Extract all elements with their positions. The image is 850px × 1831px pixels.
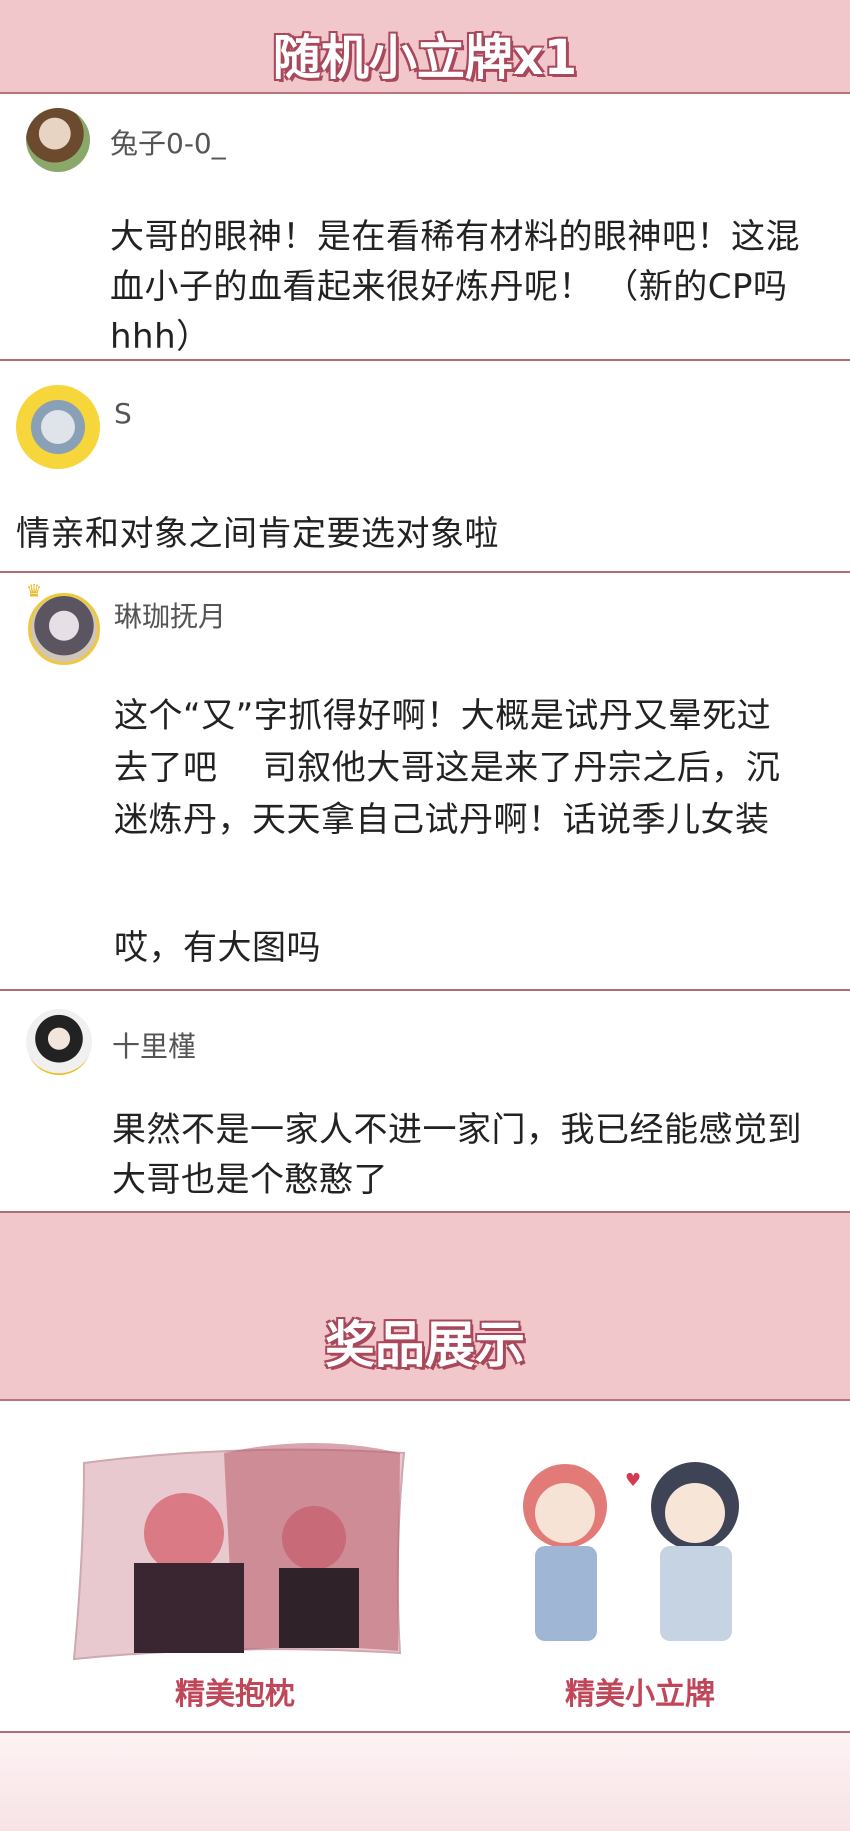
comment-line: 情亲和对象之间肯定要选对象啦 (16, 514, 499, 554)
standee-graphic: ♥ (523, 1462, 739, 1641)
prize-label: 精美抱枕 (175, 1677, 295, 1712)
header-title: 随机小立牌x1 (272, 29, 578, 87)
footer-fade (0, 1733, 850, 1831)
prizes-band: 奖品展示 (0, 1213, 850, 1401)
username[interactable]: S (114, 397, 132, 430)
pillow-image[interactable] (64, 1423, 408, 1669)
comment-line: 迷炼丹，天天拿自己试丹啊！话说季儿女装 (114, 800, 770, 840)
header-band: 随机小立牌x1 (0, 0, 850, 94)
comment-line: 果然不是一家人不进一家门，我已经能感觉到 (112, 1110, 802, 1150)
comment-line: 哎，有大图吗 (114, 928, 321, 968)
comment-line: hhh） (110, 317, 211, 357)
comment-text: 大哥的眼神！是在看稀有材料的眼神吧！这混 血小子的血看起来很好炼丹呢！ （新的C… (110, 212, 800, 362)
comment-card: 十里槿 果然不是一家人不进一家门，我已经能感觉到 大哥也是个憨憨了 (0, 991, 850, 1213)
comment-line (114, 847, 780, 923)
prize-label: 精美小立牌 (565, 1677, 715, 1712)
comment-card: 兔子0-0_ 大哥的眼神！是在看稀有材料的眼神吧！这混 血小子的血看起来很好炼丹… (0, 94, 850, 361)
comment-line: 去了吧 司叙他大哥这是来了丹宗之后，沉 (114, 748, 781, 788)
username[interactable]: 琳珈抚月 (114, 595, 226, 635)
comment-text: 情亲和对象之间肯定要选对象啦 (16, 509, 499, 559)
avatar[interactable] (26, 1009, 92, 1075)
username[interactable]: 十里槿 (112, 1025, 196, 1065)
standee-image[interactable]: ♥ (480, 1451, 790, 1651)
comment-card: S 情亲和对象之间肯定要选对象啦 (0, 361, 850, 573)
comment-line: 大哥也是个憨憨了 (112, 1160, 388, 1200)
crown-icon: ♛ (26, 581, 43, 602)
svg-text:♥: ♥ (625, 1470, 641, 1491)
comment-card: ♛ 琳珈抚月 这个“又”字抓得好啊！大概是试丹又晕死过 去了吧 司叙他大哥这是来… (0, 573, 850, 991)
avatar[interactable] (28, 593, 100, 665)
comment-line: 大哥的眼神！是在看稀有材料的眼神吧！这混 (110, 217, 800, 257)
avatar[interactable] (16, 385, 100, 469)
comment-text: 果然不是一家人不进一家门，我已经能感觉到 大哥也是个憨憨了 (112, 1105, 802, 1205)
comment-text: 这个“又”字抓得好啊！大概是试丹又晕死过 去了吧 司叙他大哥这是来了丹宗之后，沉… (114, 691, 780, 973)
prizes-area: 精美抱枕 ♥ 精美小立牌 (0, 1401, 850, 1733)
avatar[interactable] (26, 108, 90, 172)
comment-line: 这个“又”字抓得好啊！大概是试丹又晕死过 (114, 696, 772, 736)
pillow-graphic (72, 1443, 406, 1661)
username[interactable]: 兔子0-0_ (110, 122, 226, 162)
prizes-title: 奖品展示 (324, 1315, 526, 1375)
comment-line: 血小子的血看起来很好炼丹呢！ （新的CP吗 (110, 267, 788, 307)
